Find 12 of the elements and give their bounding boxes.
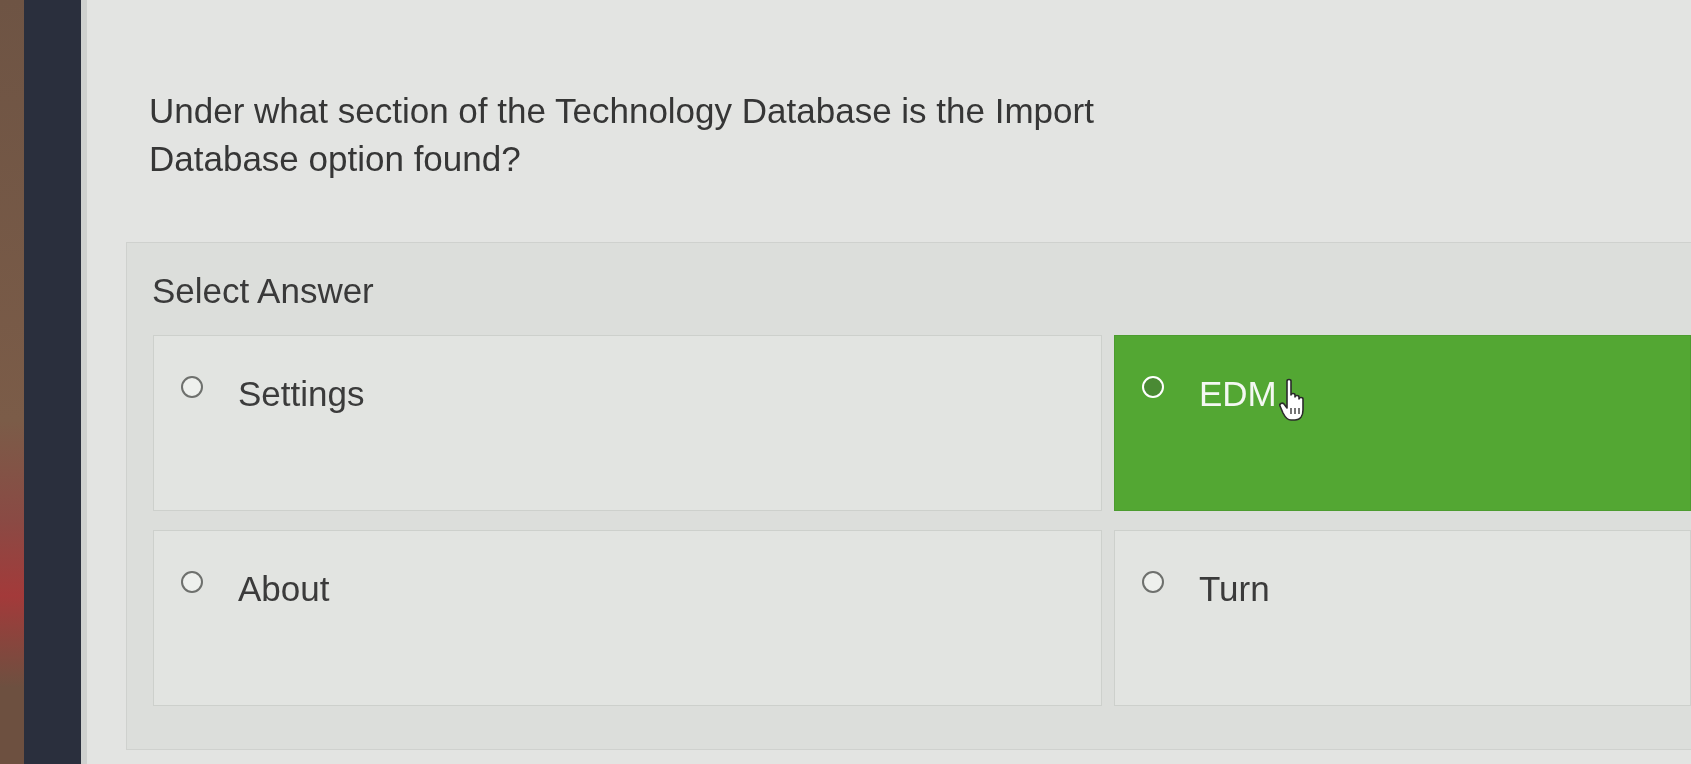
radio-button[interactable] bbox=[1142, 571, 1164, 593]
option-label: EDM bbox=[1199, 374, 1277, 414]
option-label: Settings bbox=[238, 374, 365, 414]
answer-heading: Select Answer bbox=[152, 271, 374, 311]
option-label: Turn bbox=[1199, 569, 1270, 609]
question-text: Under what section of the Technology Database is the Import Database option found? bbox=[149, 90, 1095, 180]
radio-button[interactable] bbox=[181, 376, 203, 398]
answer-option[interactable]: Turn bbox=[1114, 530, 1691, 706]
answer-option[interactable]: About bbox=[153, 530, 1102, 706]
option-label: About bbox=[238, 569, 330, 609]
answer-option[interactable]: Settings bbox=[153, 335, 1102, 511]
radio-button[interactable] bbox=[181, 571, 203, 593]
